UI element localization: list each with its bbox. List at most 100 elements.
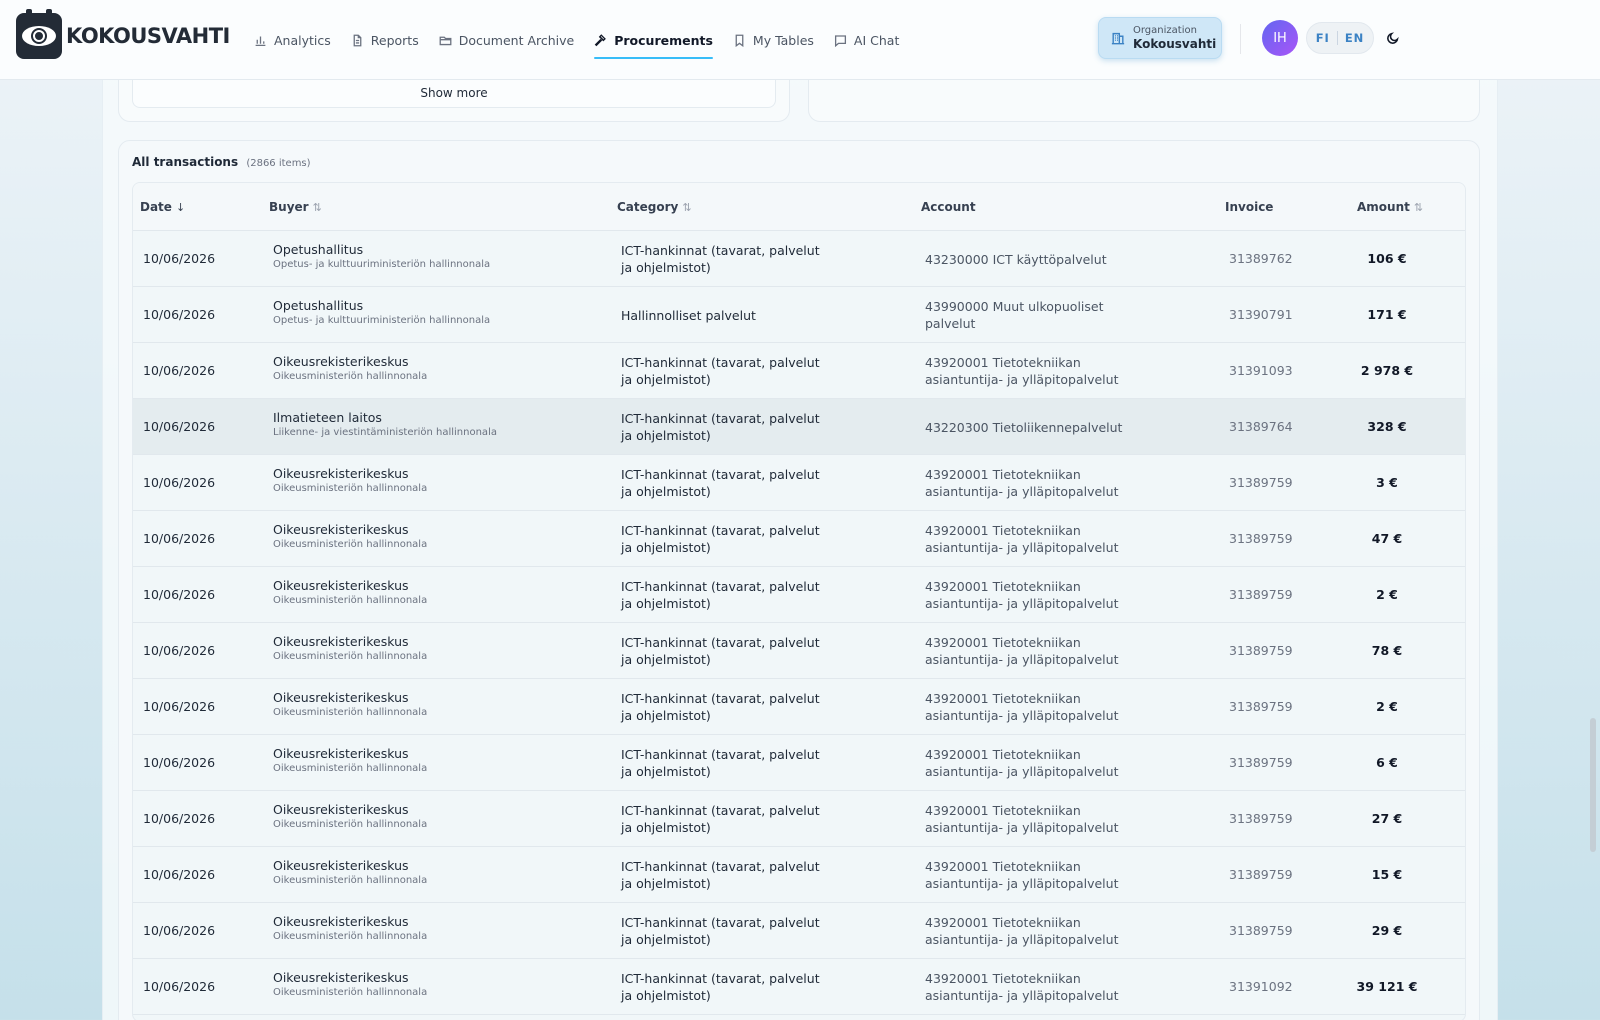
table-row[interactable]: 10/06/2026 Oikeusrekisterikeskus Oikeusmin… [133,959,1465,1015]
cell-date: 10/06/2026 [143,419,216,434]
buyer-name: Opetushallitus [273,242,364,257]
table-row[interactable]: 10/06/2026 Oikeusrekisterikeskus Oikeusmin… [133,791,1465,847]
table-row[interactable]: 10/06/2026 Oikeusrekisterikeskus Oikeusmin… [133,735,1465,791]
buyer-name: Oikeusrekisterikeskus [273,970,409,985]
cell-date: 10/06/2026 [143,251,216,266]
buyer-ministry: Oikeusministeriön hallinnonala [273,875,428,886]
nav-my-tables[interactable]: My Tables [733,25,814,55]
cell-date: 10/06/2026 [143,811,216,826]
sort-desc-icon: ↓ [175,200,186,214]
chat-icon [834,34,846,47]
nav-label: Document Archive [458,32,575,48]
header-divider [1240,24,1241,54]
organization-selector[interactable]: Organization Kokousvahti [1098,17,1222,59]
column-account-label: Account [921,200,976,214]
logo-text: KOKOUSVAHTI [66,24,230,48]
cell-account: 43920001 Tietotekniikan asiantuntija- ja… [925,859,1119,891]
user-avatar[interactable]: IH [1262,20,1298,56]
nav-analytics[interactable]: Analytics [254,25,331,55]
cell-account: 43920001 Tietotekniikan asiantuntija- ja… [925,579,1119,611]
table-header: Date ↓ Buyer ⇅ Category ⇅ Account Invoic… [133,183,1465,231]
top-header: KOKOUSVAHTI Analytics Reports Document A… [0,0,1600,80]
buyer-ministry: Liikenne- ja viestintäministeriön hallin… [273,427,497,438]
nav-label: Analytics [274,32,331,48]
nav-reports[interactable]: Reports [351,25,419,55]
cell-amount: 2 978 € [1360,363,1414,378]
cell-account: 43920001 Tietotekniikan asiantuntija- ja… [925,467,1119,499]
cell-buyer: Oikeusrekisterikeskus Oikeusministeriön h… [273,858,427,888]
buyer-name: Oikeusrekisterikeskus [273,690,409,705]
cell-account: 43920001 Tietotekniikan asiantuntija- ja… [925,803,1119,835]
cell-category: ICT-hankinnat (tavarat, palvelut ja ohje… [621,355,820,387]
language-switcher: FI EN [1306,22,1374,54]
table-row[interactable]: 10/06/2026 Oikeusrekisterikeskus Oikeusmin… [133,343,1465,399]
cell-category: ICT-hankinnat (tavarat, palvelut ja ohje… [621,691,820,723]
cell-category: ICT-hankinnat (tavarat, palvelut ja ohje… [621,803,820,835]
cell-category: ICT-hankinnat (tavarat, palvelut ja ohje… [621,523,820,555]
nav-procurements[interactable]: Procurements [594,25,713,59]
cell-account: 43920001 Tietotekniikan asiantuntija- ja… [925,355,1119,387]
cell-amount: 15 € [1371,867,1403,882]
column-invoice-label: Invoice [1225,200,1274,214]
table-row[interactable]: 10/06/2026 Ilmatieteen laitos Liikenne- ja… [133,399,1465,455]
table-row[interactable]: 10/06/2026 Opetushallitus Opetus- ja kultt… [133,231,1465,287]
buyer-name: Oikeusrekisterikeskus [273,522,409,537]
column-category[interactable]: Category ⇅ [617,200,692,214]
table-row[interactable]: 10/06/2026 Oikeusrekisterikeskus Oikeusmin… [133,903,1465,959]
cell-invoice: 31389759 [1229,699,1293,714]
column-amount[interactable]: Amount ⇅ [1357,200,1423,214]
buyer-ministry: Oikeusministeriön hallinnonala [273,595,428,606]
table-row[interactable]: 10/06/2026 Oikeusrekisterikeskus Oikeusmin… [133,847,1465,903]
table-row[interactable]: 10/06/2026 Oikeusrekisterikeskus Oikeusmin… [133,511,1465,567]
nav-label: My Tables [752,32,814,48]
nav-ai-chat[interactable]: AI Chat [834,25,899,55]
app-logo[interactable]: KOKOUSVAHTI [16,9,230,59]
buyer-ministry: Oikeusministeriön hallinnonala [273,987,428,998]
cell-date: 10/06/2026 [143,475,216,490]
cell-invoice: 31391092 [1229,979,1293,994]
table-row[interactable]: 10/06/2026 Oikeusrekisterikeskus Oikeusmin… [133,455,1465,511]
lang-en-button[interactable]: EN [1345,31,1364,45]
cell-amount: 2 € [1376,699,1398,714]
cell-account: 43920001 Tietotekniikan asiantuntija- ja… [925,691,1119,723]
nav-label: AI Chat [853,32,900,48]
table-row[interactable]: 10/06/2026 Oikeusrekisterikeskus Oikeusmin… [133,679,1465,735]
lang-divider [1336,31,1338,45]
page-scrollbar[interactable] [1590,718,1596,852]
theme-toggle[interactable] [1386,30,1402,46]
nav-label: Procurements [614,32,713,48]
cell-date: 10/06/2026 [143,699,216,714]
cell-category: ICT-hankinnat (tavarat, palvelut ja ohje… [621,635,820,667]
buyer-name: Oikeusrekisterikeskus [273,634,409,649]
lang-fi-button[interactable]: FI [1316,31,1330,45]
table-row[interactable]: 10/06/2026 Opetushallitus Opetus- ja kultt… [133,287,1465,343]
cell-amount: 27 € [1371,811,1403,826]
cell-date: 10/06/2026 [143,979,216,994]
cell-account: 43920001 Tietotekniikan asiantuntija- ja… [925,971,1119,1003]
cell-buyer: Oikeusrekisterikeskus Oikeusministeriön h… [273,522,427,552]
cell-amount: 78 € [1371,643,1403,658]
column-amount-label: Amount [1357,200,1410,214]
column-date[interactable]: Date ↓ [140,200,185,214]
buyer-ministry: Oikeusministeriön hallinnonala [273,371,428,382]
cell-account: 43920001 Tietotekniikan asiantuntija- ja… [925,747,1119,779]
sort-icon: ⇅ [682,200,692,214]
cell-date: 10/06/2026 [143,587,216,602]
cell-invoice: 31389759 [1229,923,1293,938]
logo-calendar-eye-icon [16,9,62,59]
cell-date: 10/06/2026 [143,643,216,658]
sort-icon: ⇅ [1413,200,1424,214]
show-more-button[interactable]: Show more [132,78,776,108]
cell-buyer: Oikeusrekisterikeskus Oikeusministeriön h… [273,970,427,1000]
buyer-ministry: Oikeusministeriön hallinnonala [273,707,428,718]
organization-name: Kokousvahti [1133,37,1217,51]
table-row[interactable]: 10/06/2026 Oikeusrekisterikeskus Oikeusmin… [133,567,1465,623]
cell-amount: 29 € [1371,923,1403,938]
transactions-title: All transactions (2866 items) [132,155,311,169]
cell-invoice: 31389759 [1229,531,1293,546]
column-buyer[interactable]: Buyer ⇅ [269,200,322,214]
nav-document-archive[interactable]: Document Archive [439,25,575,55]
table-row[interactable]: 10/06/2026 Oikeusrekisterikeskus Oikeusmin… [133,623,1465,679]
cell-date: 10/06/2026 [143,531,216,546]
buyer-name: Oikeusrekisterikeskus [273,354,409,369]
